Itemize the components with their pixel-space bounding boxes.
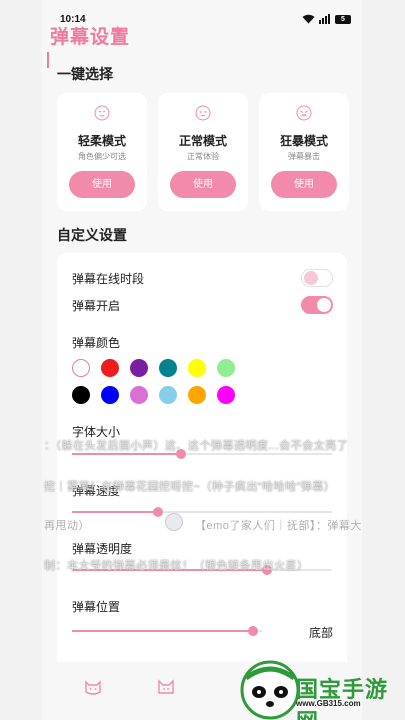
color-swatch[interactable] — [159, 386, 177, 404]
sparkle-icon: ✦ — [112, 22, 124, 38]
slider-knob[interactable] — [248, 626, 258, 636]
mode-desc: 弹幕暴击 — [288, 152, 320, 161]
mode-desc: 角色偏少可选 — [78, 152, 126, 161]
use-wild-mode-button[interactable]: 使用 — [271, 171, 337, 198]
online-period-toggle[interactable] — [301, 269, 333, 287]
speed-slider[interactable] — [72, 507, 332, 517]
mode-card-soft: 轻柔模式 角色偏少可选 使用 — [57, 93, 147, 211]
custom-settings-title: 自定义设置 — [57, 227, 127, 243]
slider-fill — [72, 511, 158, 513]
color-swatch[interactable] — [217, 359, 235, 377]
toggle-knob — [304, 271, 318, 285]
danmaku-item: 挖｜雾草！在弹幕花园挖呀挖~（种子疯出“哈哈哈”弹幕） — [44, 481, 336, 493]
mode-desc: 正常体验 — [187, 152, 219, 161]
color-swatch[interactable] — [101, 386, 119, 404]
mode-card-wild: 狂暴模式 弹幕暴击 使用 — [259, 93, 349, 211]
position-value: 底部 — [309, 626, 334, 640]
mode-card-normal: 正常模式 正常体验 使用 — [158, 93, 248, 211]
danmaku-item: ：（躲在头发后面小声）这、这个弹幕透明度...会不会太亮了 — [44, 440, 349, 452]
face-calm-icon — [94, 105, 110, 121]
color-swatch[interactable] — [159, 359, 177, 377]
slider-fill — [72, 453, 181, 455]
font-size-slider[interactable] — [72, 449, 332, 459]
position-slider[interactable] — [72, 626, 262, 636]
color-swatch[interactable] — [130, 386, 148, 404]
slider-knob[interactable] — [153, 507, 163, 517]
signal-icon — [319, 14, 330, 24]
toggle-knob — [317, 298, 331, 312]
use-soft-mode-button[interactable]: 使用 — [69, 171, 135, 198]
color-swatch[interactable] — [130, 359, 148, 377]
cat-outline-icon[interactable] — [156, 677, 176, 697]
danmaku-item: 再甩动） — [44, 520, 90, 532]
position-label: 弹幕位置 — [72, 600, 121, 614]
watermark-url: www.GB315.com — [296, 699, 361, 708]
color-swatch[interactable] — [72, 359, 90, 377]
status-icons: 5 — [302, 13, 351, 25]
danmaku-enabled-label: 弹幕开启 — [72, 299, 121, 313]
opacity-label: 弹幕透明度 — [72, 542, 133, 556]
wifi-icon — [302, 14, 315, 24]
danmaku-avatar — [165, 513, 183, 531]
face-wild-icon — [296, 105, 312, 121]
color-swatch[interactable] — [217, 386, 235, 404]
danmaku-item: 【emo了家人们｜抚部】：弹幕大 — [195, 520, 362, 532]
color-swatch[interactable] — [188, 359, 206, 377]
watermark-text: 国宝手游网 — [296, 677, 389, 720]
use-normal-mode-button[interactable]: 使用 — [170, 171, 236, 198]
online-period-label: 弹幕在线时段 — [72, 272, 145, 286]
title-accent-bar — [47, 52, 49, 68]
color-swatch[interactable] — [188, 386, 206, 404]
danmaku-item: 制：本大爷的弹幕必须最炫！（银色链条甩出火星） — [44, 560, 309, 572]
danmaku-enabled-toggle[interactable] — [301, 296, 333, 314]
slider-fill — [72, 630, 253, 632]
quick-select-title: 一键选择 — [57, 66, 113, 82]
mode-name: 轻柔模式 — [77, 134, 126, 148]
color-swatch[interactable] — [101, 359, 119, 377]
cat-face-icon[interactable] — [83, 677, 103, 697]
face-normal-icon — [195, 105, 211, 121]
mode-name: 狂暴模式 — [279, 134, 328, 148]
mode-name: 正常模式 — [178, 134, 227, 148]
danmaku-color-label: 弹幕颜色 — [72, 336, 121, 350]
color-swatch[interactable] — [72, 386, 90, 404]
battery-icon: 5 — [335, 14, 351, 24]
